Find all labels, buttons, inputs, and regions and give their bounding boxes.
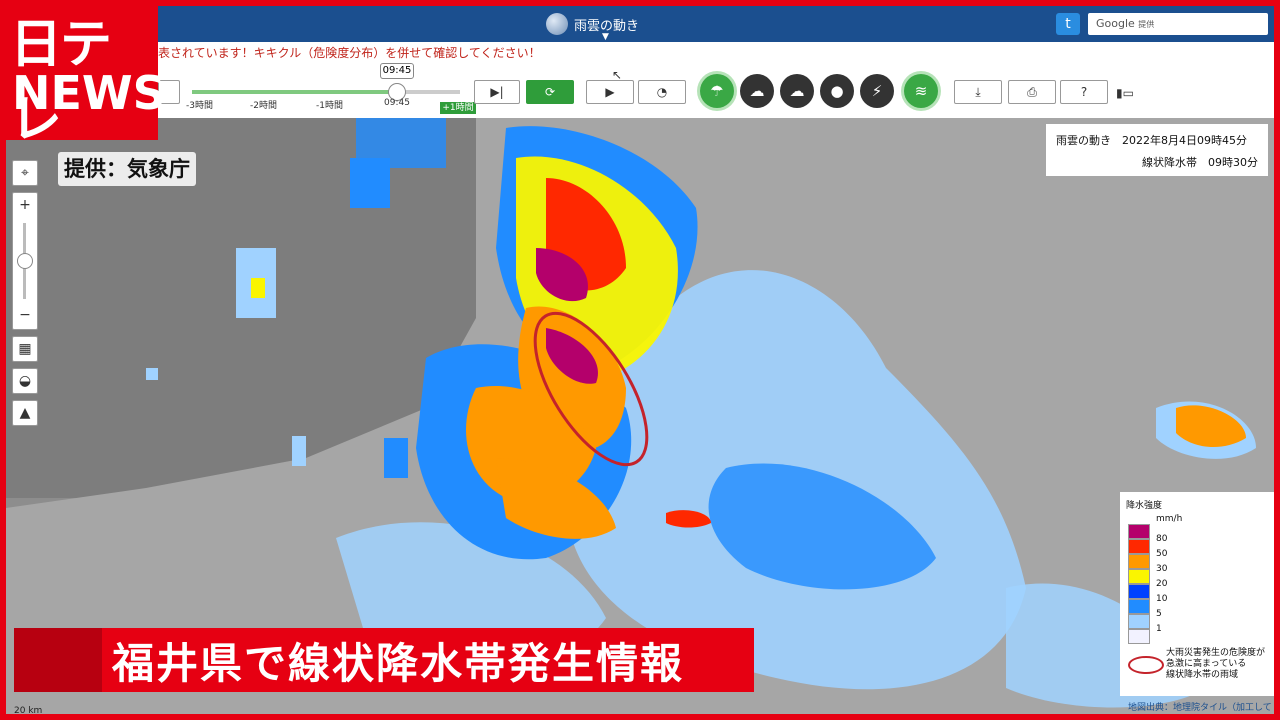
legend-swatch [1128,614,1150,629]
time-ticks: -3時間 -2時間 -1時間 09:45 [186,98,462,111]
terrain-layer-button[interactable]: ▲ [12,400,38,426]
plus-one-hour-tag[interactable]: +1時間 [440,102,476,114]
tick-label: -3時間 [186,101,213,111]
channel-logo: 日テレ NEWS [0,0,166,150]
caption-text: 福井県で線状降水帯発生情報 [112,639,685,688]
tick-label: 09:45 [384,98,410,108]
legend-swatch-label: 30 [1156,564,1168,574]
legend-swatch [1128,569,1150,584]
news-caption: 福井県で線状降水帯発生情報 [14,628,754,692]
legend-swatch-label: 80 [1156,534,1168,544]
zoom-slider[interactable] [13,217,37,303]
mouse-cursor-icon: ↖ [612,68,623,82]
twitter-icon[interactable]: t [1056,13,1080,35]
zoom-out-button[interactable]: − [13,303,37,327]
download-button[interactable]: ⤓ [954,80,1002,104]
legend-swatch [1128,539,1150,554]
print-button[interactable]: ⎙ [1008,80,1056,104]
zoom-slider-handle[interactable] [17,253,33,269]
time-slider[interactable] [192,90,460,94]
precipitation-legend: 降水強度 mm/h 80 50 30 20 10 5 1 大雨災害発生の危険度が 急激に高ま… [1120,492,1274,696]
search-sub: 提供 [1138,20,1155,29]
mouse-icon[interactable]: ▮▭ [1116,86,1134,100]
legend-swatch [1128,629,1150,644]
precipitation-layer [6,118,1274,714]
map-attribution[interactable]: 地図出典：地理院タイル（加工して利用） [1128,700,1274,714]
play-button[interactable]: ▶ [586,80,634,104]
hail-cloud-icon[interactable]: ☁ [780,74,814,108]
map-layer-button[interactable]: ▦ [12,336,38,362]
legend-swatch [1128,554,1150,569]
info-rainband-time: 線状降水帯 09時30分 [1142,156,1258,169]
source-credit: 提供：気象庁 [58,152,196,186]
legend-swatch-label: 50 [1156,549,1168,559]
caption-accent [14,628,102,692]
legend-swatch [1128,524,1150,539]
scale-bar: 20 km [14,706,43,716]
water-layer-button[interactable]: ◒ [12,368,38,394]
legend-swatch-label: 1 [1156,624,1162,634]
rain-map[interactable]: ⌖ + − ▦ ◒ ▲ [6,118,1274,714]
legend-note-line: 線状降水帯の雨域 [1166,670,1239,680]
legend-swatch [1128,584,1150,599]
app-title[interactable]: 雨雲の動き ▼ [546,10,640,42]
warning-message: 表されています！キキクル（危険度分布）を併せて確認してください！ [158,46,541,60]
help-button[interactable]: ? [1060,80,1108,104]
zoom-in-button[interactable]: + [13,193,37,217]
legend-swatch-label: 10 [1156,594,1168,604]
legend-note-line: 大雨災害発生の危険度が [1166,648,1266,658]
speed-button[interactable]: ◔ [638,80,686,104]
time-slider-fill [192,90,399,94]
info-time: 雨雲の動き 2022年8月4日09時45分 [1056,134,1247,147]
info-box: 雨雲の動き 2022年8月4日09時45分 線状降水帯 09時30分 [1046,124,1268,176]
search-input[interactable]: Google 提供 [1088,13,1268,35]
raindrop-icon[interactable]: ● [820,74,854,108]
globe-icon [546,13,568,35]
legend-swatch-label: 20 [1156,579,1168,589]
chevron-down-icon: ▼ [602,32,609,42]
screen-frame: 雨雲の動き ▼ t Google 提供 表されています！キキクル（危険度分布）を… [0,0,1280,720]
tick-label: -2時間 [250,101,277,111]
step-forward-button[interactable]: ▶| [474,80,520,104]
rain-cloud-icon[interactable]: ☂ [700,74,734,108]
refresh-button[interactable]: ⟳ [526,80,574,104]
time-tooltip: 09:45 [380,63,414,79]
legend-swatch-label: 5 [1156,609,1162,619]
search-brand: Google [1096,17,1135,30]
tornado-icon[interactable]: ≋ [904,74,938,108]
legend-note-line: 急激に高まっている [1166,659,1247,669]
location-pin-button[interactable]: ⌖ [12,160,38,186]
lightning-icon[interactable]: ⚡ [860,74,894,108]
thundercloud-icon[interactable]: ☁ [740,74,774,108]
tick-label: -1時間 [316,101,343,111]
top-bar: 雨雲の動き ▼ t Google 提供 [6,6,1274,42]
logo-line2: NEWS [12,66,166,120]
app-title-label: 雨雲の動き [574,18,640,34]
zoom-control[interactable]: + − [12,192,38,330]
legend-swatch [1128,599,1150,614]
rainband-legend-icon [1128,656,1164,674]
legend-unit: mm/h [1156,514,1183,524]
legend-title: 降水強度 [1126,501,1163,511]
legend-note: 大雨災害発生の危険度が 急激に高まっている 線状降水帯の雨域 [1166,648,1265,681]
